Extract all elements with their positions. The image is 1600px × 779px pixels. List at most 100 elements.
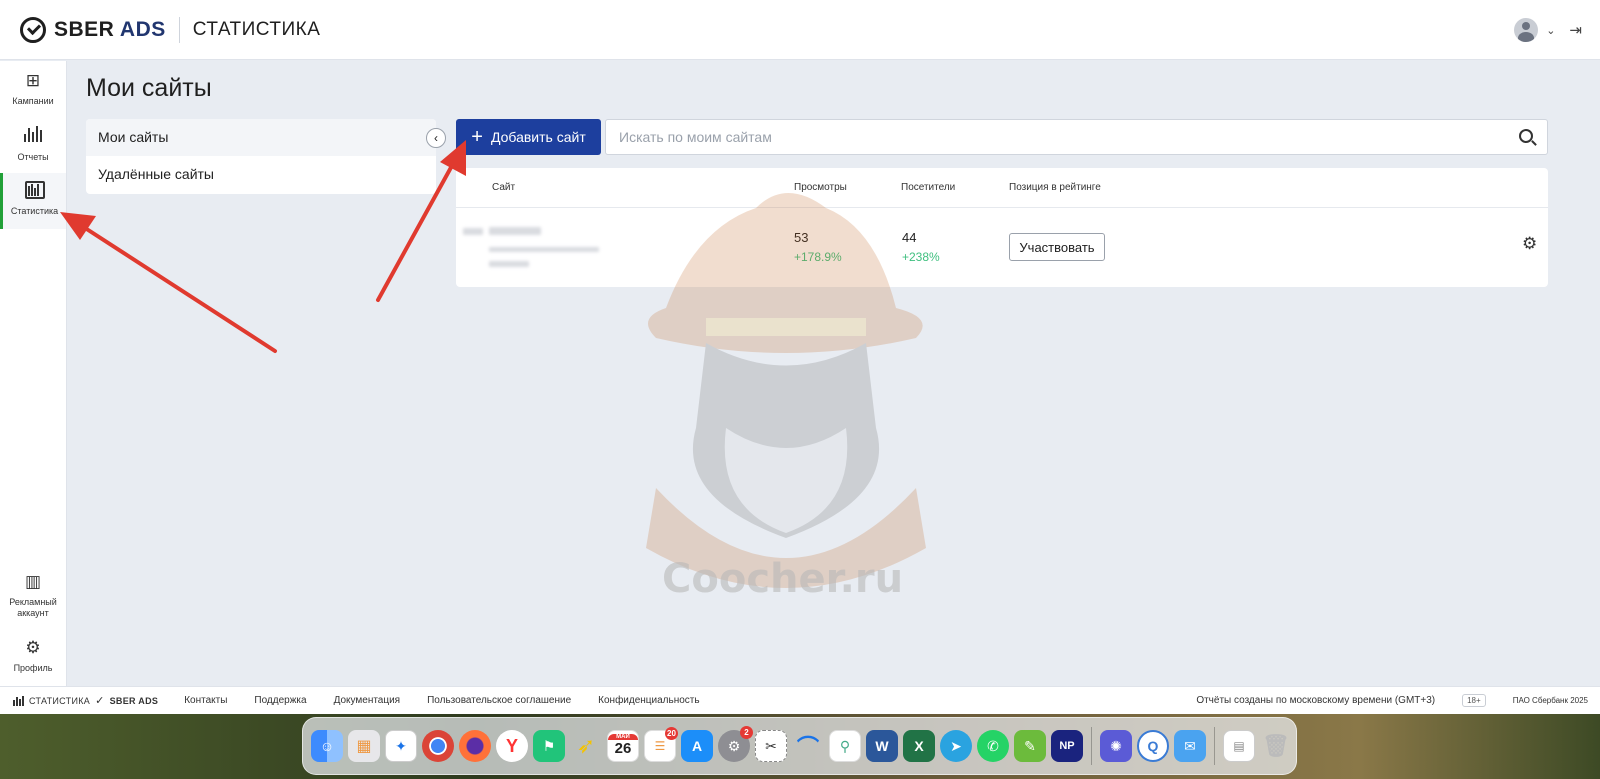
- quicktime-icon[interactable]: Q: [1137, 730, 1169, 762]
- footer-link-docs[interactable]: Документация: [334, 695, 401, 706]
- trash-icon[interactable]: 🗑: [1260, 730, 1292, 762]
- column-header-rating: Позиция в рейтинге: [1009, 182, 1101, 193]
- safari-icon[interactable]: ✦: [385, 730, 417, 762]
- sidebar-item-label: Отчеты: [17, 152, 49, 162]
- sidebar-item-profile[interactable]: ⚙ Профиль: [0, 636, 66, 676]
- user-avatar-icon[interactable]: [1514, 18, 1539, 42]
- sber-check-icon: ✓: [95, 695, 105, 707]
- add-site-label: Добавить сайт: [490, 129, 586, 145]
- macos-dock: ☺ ▦ ✦ Y ⚑ ➶ МАЙ 26 ☰ 20 A ⚙ 2 ✂ ⌒ ⚲ W X ➤ …: [302, 717, 1297, 775]
- ad-account-icon: ▥: [24, 572, 42, 591]
- logout-icon[interactable]: ⇥: [1569, 21, 1582, 39]
- calendar-icon[interactable]: МАЙ 26: [607, 730, 639, 762]
- statistics-icon: [13, 695, 24, 706]
- scooter-icon[interactable]: ⚲: [829, 730, 861, 762]
- site-id-blurred: [489, 261, 529, 267]
- screenshot-icon[interactable]: ✂: [755, 730, 787, 762]
- firefox-icon[interactable]: [459, 730, 491, 762]
- site-favicon-blurred: [463, 228, 483, 235]
- preview-icon[interactable]: ▤: [1223, 730, 1255, 762]
- mail-icon[interactable]: ✉: [1174, 730, 1206, 762]
- footer-link-user-agreement[interactable]: Пользовательское соглашение: [427, 695, 571, 706]
- sidebar-item-ad-account[interactable]: ▥ Рекламный аккаунт: [0, 570, 66, 626]
- reminders-icon[interactable]: ☰ 20: [644, 727, 678, 762]
- sber-ads-logo[interactable]: SBER ADS: [20, 16, 166, 43]
- column-header-site: Сайт: [492, 182, 516, 193]
- yandex-icon[interactable]: Y: [496, 730, 528, 762]
- header-user-area: ⌄ ⇥: [1514, 18, 1582, 42]
- chrome-icon[interactable]: [422, 730, 454, 762]
- sidebar: ⊞ Кампании Отчеты Статистика ▥ Рекламный…: [0, 61, 67, 686]
- site-name-blurred[interactable]: [489, 227, 541, 235]
- footer-brand: СТАТИСТИКА ✓ SBER ADS: [13, 694, 158, 707]
- footer-link-support[interactable]: Поддержка: [254, 695, 306, 706]
- calendar-day: 26: [614, 740, 632, 757]
- search-icon[interactable]: [1519, 129, 1533, 143]
- site-settings-gear-icon[interactable]: ⚙: [1522, 234, 1537, 254]
- table-divider: [456, 207, 1548, 208]
- visitors-delta: +238%: [902, 250, 940, 264]
- np-icon[interactable]: NP: [1051, 730, 1083, 762]
- excel-icon[interactable]: X: [903, 730, 935, 762]
- copyright: ПАО Сбербанк 2025: [1512, 696, 1588, 705]
- section-title: СТАТИСТИКА: [192, 18, 321, 40]
- footer-logo: SBER ADS: [109, 695, 159, 706]
- page-footer: СТАТИСТИКА ✓ SBER ADS Контакты Поддержка…: [0, 686, 1600, 714]
- site-filter-panel: Мои сайты Удалённые сайты: [86, 119, 436, 194]
- statistics-icon: [24, 179, 45, 203]
- gear-app-icon[interactable]: ✺: [1100, 730, 1132, 762]
- sidebar-item-label: Профиль: [13, 663, 53, 673]
- filter-deleted-sites[interactable]: Удалённые сайты: [86, 156, 436, 193]
- reminders-badge: 20: [665, 727, 678, 740]
- column-header-visitors: Посетители: [901, 182, 956, 193]
- search-box: [605, 119, 1548, 155]
- column-header-views: Просмотры: [794, 182, 847, 193]
- watermark-text: Coocher.ru: [662, 556, 904, 602]
- footer-right: Отчёты созданы по московскому времени (G…: [1196, 694, 1588, 707]
- footer-link-contacts[interactable]: Контакты: [184, 695, 227, 706]
- logo-sber: SBER: [54, 17, 115, 41]
- footer-link-privacy[interactable]: Конфиденциальность: [598, 695, 699, 706]
- arrow-to-statistics: [80, 224, 277, 353]
- logo-text: SBER ADS: [54, 18, 166, 42]
- gear-icon: ⚙: [25, 638, 41, 657]
- filter-my-sites[interactable]: Мои сайты: [86, 119, 436, 156]
- finder-icon[interactable]: ☺: [311, 730, 343, 762]
- search-input[interactable]: [606, 120, 1486, 154]
- sidebar-item-statistics[interactable]: Статистика: [0, 173, 66, 229]
- note-icon[interactable]: ✎: [1014, 730, 1046, 762]
- join-rating-button[interactable]: Участвовать: [1009, 233, 1105, 261]
- campaign-add-icon: ⊞: [25, 71, 41, 90]
- collapse-panel-button[interactable]: ‹: [426, 128, 446, 148]
- header-divider: [178, 16, 180, 43]
- views-value: 53: [794, 230, 809, 245]
- dock-separator: [1214, 727, 1215, 765]
- yellow-app-icon[interactable]: ➶: [570, 730, 602, 762]
- chevron-down-icon[interactable]: ⌄: [1546, 24, 1555, 37]
- settings-icon[interactable]: ⚙ 2: [718, 726, 753, 762]
- sidebar-item-label: Кампании: [12, 96, 54, 106]
- flag-app-icon[interactable]: ⚑: [533, 730, 565, 762]
- sites-table: Сайт Просмотры Посетители Позиция в рейт…: [456, 168, 1548, 287]
- launchpad-icon[interactable]: ▦: [348, 730, 380, 762]
- site-url-blurred: [489, 247, 599, 252]
- visitors-value: 44: [902, 230, 917, 245]
- word-icon[interactable]: W: [866, 730, 898, 762]
- sidebar-item-reports[interactable]: Отчеты: [0, 125, 66, 175]
- bar-chart-icon: [24, 125, 42, 149]
- whatsapp-icon[interactable]: ✆: [977, 730, 1009, 762]
- footer-links: Контакты Поддержка Документация Пользова…: [184, 695, 699, 706]
- plus-icon: +: [471, 126, 483, 148]
- app-header: SBER ADS СТАТИСТИКА ⌄ ⇥: [0, 0, 1600, 60]
- np-label: NP: [1059, 740, 1075, 752]
- app-store-icon[interactable]: A: [681, 730, 713, 762]
- dock-separator: [1091, 727, 1092, 765]
- logo-ads: ADS: [119, 17, 166, 41]
- chevron-left-icon: ‹: [434, 131, 438, 145]
- telegram-icon[interactable]: ➤: [940, 730, 972, 762]
- age-rating-badge: 18+: [1462, 694, 1486, 707]
- add-site-button[interactable]: + Добавить сайт: [456, 119, 601, 155]
- sidebar-item-campaigns[interactable]: ⊞ Кампании: [0, 69, 66, 119]
- blue-wave-icon[interactable]: ⌒: [792, 730, 824, 762]
- sidebar-item-label: Статистика: [10, 206, 59, 216]
